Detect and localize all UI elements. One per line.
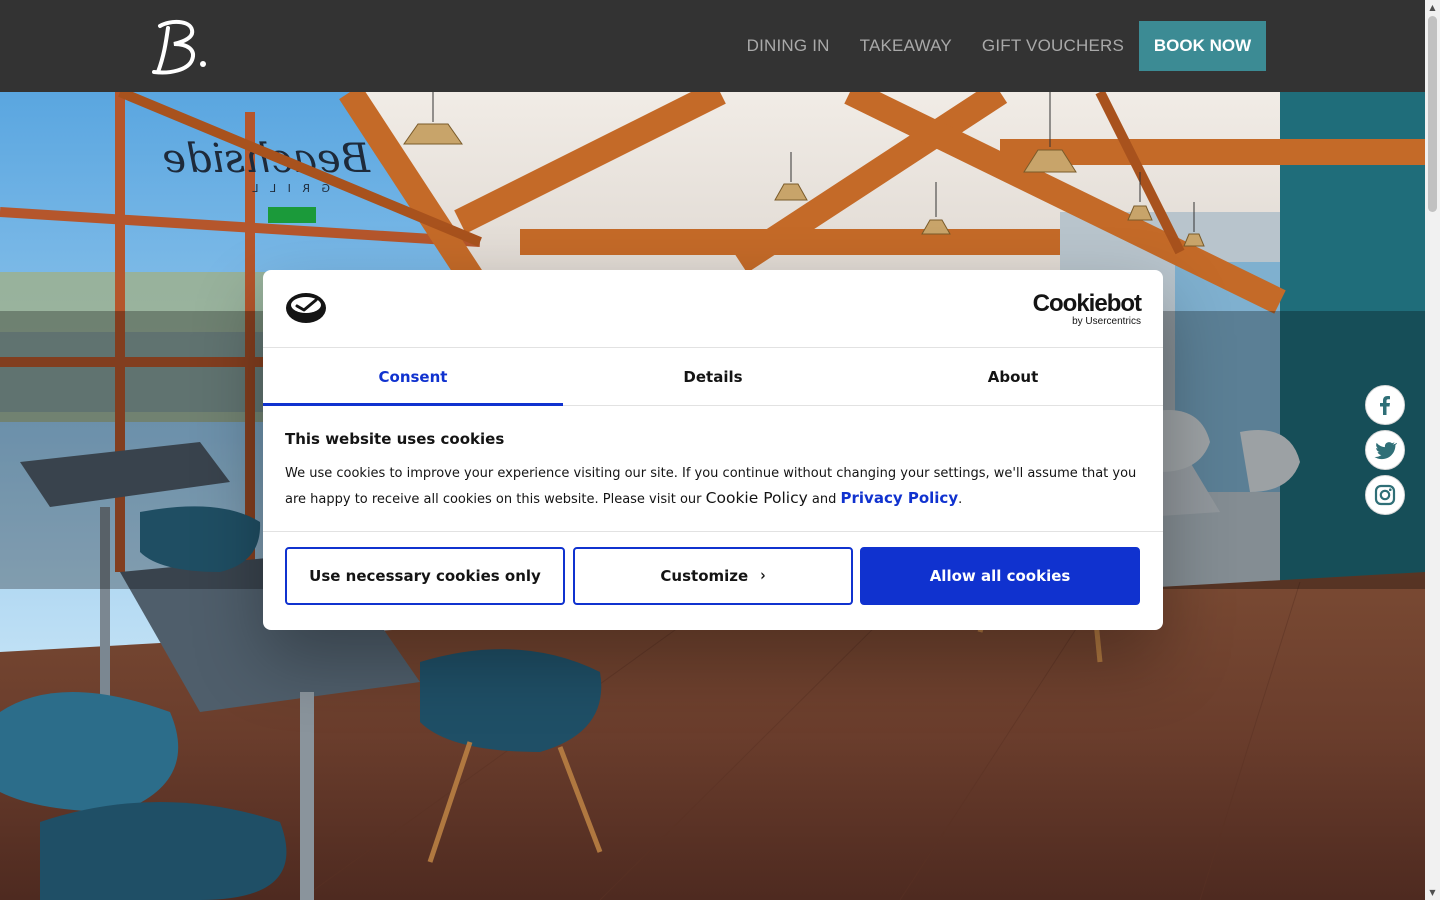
scroll-up-arrow-icon[interactable]: ▲: [1425, 0, 1440, 15]
top-navigation: DINING IN TAKEAWAY GIFT VOUCHERS BOOK NO…: [0, 0, 1425, 92]
cookiebot-brand-name: Cookiebot: [1032, 290, 1142, 317]
cookie-dialog-body: This website uses cookies We use cookies…: [263, 406, 1163, 532]
instagram-link[interactable]: [1365, 475, 1405, 515]
cookiebot-brand-sub: by Usercentrics: [1072, 316, 1141, 327]
chevron-right-icon: ›: [760, 567, 766, 585]
allow-all-cookies-button[interactable]: Allow all cookies: [860, 547, 1140, 605]
cookie-consent-dialog: Cookiebot by Usercentrics Consent Detail…: [263, 270, 1163, 630]
nav-gift-vouchers[interactable]: GIFT VOUCHERS: [982, 36, 1124, 56]
page-scrollbar[interactable]: ▲ ▼: [1425, 0, 1440, 900]
cookiebot-brand[interactable]: Cookiebot by Usercentrics: [1032, 290, 1142, 327]
use-necessary-cookies-button[interactable]: Use necessary cookies only: [285, 547, 565, 605]
cookie-dialog-text: We use cookies to improve your experienc…: [285, 461, 1141, 512]
customize-button[interactable]: Customize ›: [573, 547, 853, 605]
book-now-button[interactable]: BOOK NOW: [1139, 21, 1266, 71]
cookie-dialog-title: This website uses cookies: [285, 430, 505, 448]
cookie-policy-link[interactable]: Cookie Policy: [706, 489, 808, 507]
cookie-dialog-tabs: Consent Details About: [263, 348, 1163, 406]
scroll-thumb[interactable]: [1428, 16, 1437, 212]
nav-dining-in[interactable]: DINING IN: [747, 36, 830, 56]
twitter-link[interactable]: [1365, 430, 1405, 470]
privacy-policy-link[interactable]: Privacy Policy: [841, 489, 959, 507]
site-logo[interactable]: [146, 16, 210, 78]
scroll-down-arrow-icon[interactable]: ▼: [1425, 885, 1440, 900]
tab-about[interactable]: About: [863, 348, 1163, 405]
cookie-text-and: and: [807, 492, 841, 507]
cookie-text-end: .: [958, 492, 963, 507]
nav-takeaway[interactable]: TAKEAWAY: [860, 36, 952, 56]
twitter-icon: [1374, 442, 1397, 460]
cookie-dialog-header: Cookiebot by Usercentrics: [263, 270, 1163, 348]
main-nav: DINING IN TAKEAWAY GIFT VOUCHERS BOOK NO…: [747, 21, 1425, 71]
cookiebot-logo-icon: [286, 293, 326, 323]
window-sign: Beachside: [162, 136, 371, 182]
tab-consent[interactable]: Consent: [263, 348, 563, 406]
window-sign-sub: G R I L L: [248, 182, 330, 195]
instagram-icon: [1374, 484, 1396, 506]
tab-details[interactable]: Details: [563, 348, 863, 405]
facebook-link[interactable]: [1365, 385, 1405, 425]
facebook-icon: [1380, 396, 1390, 415]
customize-label: Customize: [660, 567, 749, 585]
cookie-dialog-actions: Use necessary cookies only Customize › A…: [263, 532, 1163, 605]
logo-mark: [152, 19, 206, 75]
